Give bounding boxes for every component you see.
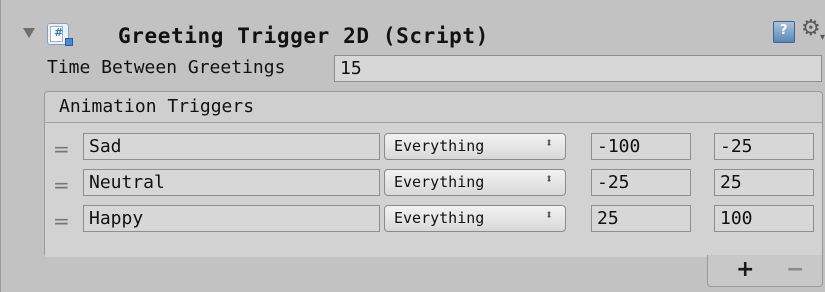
enable-checkbox[interactable] [65,38,73,46]
drag-handle-icon[interactable]: = [53,173,70,197]
animation-triggers-list: Animation Triggers = Sad Everything ⬍ -1… [44,91,823,257]
gear-icon[interactable]: ⚙ [801,16,821,41]
dropdown-arrows-icon: ⬍ [545,172,553,187]
time-between-greetings-field[interactable]: 15 [334,55,822,82]
trigger-mask-value: Everything [394,173,485,191]
trigger-name-field[interactable]: Happy [83,205,380,232]
trigger-mask-value: Everything [394,137,485,155]
component-title: Greeting Trigger 2D (Script) [118,24,489,48]
trigger-name-field[interactable]: Sad [83,133,380,160]
animation-triggers-body: = Sad Everything ⬍ -100 -25 = Neutral Ev… [45,123,822,257]
trigger-min-field[interactable]: 25 [591,205,691,232]
animation-triggers-label: Animation Triggers [59,96,255,117]
drag-handle-icon[interactable]: = [53,209,70,233]
trigger-max-field[interactable]: -25 [714,133,814,160]
trigger-min-field[interactable]: -25 [591,169,691,196]
drag-handle-icon[interactable]: = [53,137,70,161]
inspector-panel: Greeting Trigger 2D (Script) ⚙ ▾ Time Be… [0,0,825,292]
trigger-mask-dropdown[interactable]: Everything ⬍ [384,205,566,232]
add-item-button[interactable]: + [736,257,754,282]
gear-caret-icon[interactable]: ▾ [820,32,825,43]
trigger-mask-value: Everything [394,209,485,227]
remove-item-button[interactable]: − [786,257,804,282]
dropdown-arrows-icon: ⬍ [545,136,553,151]
animation-triggers-header: Animation Triggers [45,92,822,123]
trigger-max-field[interactable]: 100 [714,205,814,232]
foldout-arrow-icon[interactable] [23,28,35,38]
list-item: = Sad Everything ⬍ -100 -25 [45,129,822,165]
trigger-mask-dropdown[interactable]: Everything ⬍ [384,133,566,160]
help-icon[interactable] [773,21,795,43]
dropdown-arrows-icon: ⬍ [545,208,553,223]
list-item: = Happy Everything ⬍ 25 100 [45,201,822,237]
time-between-greetings-label: Time Between Greetings [47,57,286,78]
component-header[interactable]: Greeting Trigger 2D (Script) ⚙ ▾ [1,14,825,56]
trigger-mask-dropdown[interactable]: Everything ⬍ [384,169,566,196]
trigger-name-field[interactable]: Neutral [83,169,380,196]
trigger-min-field[interactable]: -100 [591,133,691,160]
trigger-max-field[interactable]: 25 [714,169,814,196]
list-footer: + − [707,255,823,287]
list-item: = Neutral Everything ⬍ -25 25 [45,165,822,201]
